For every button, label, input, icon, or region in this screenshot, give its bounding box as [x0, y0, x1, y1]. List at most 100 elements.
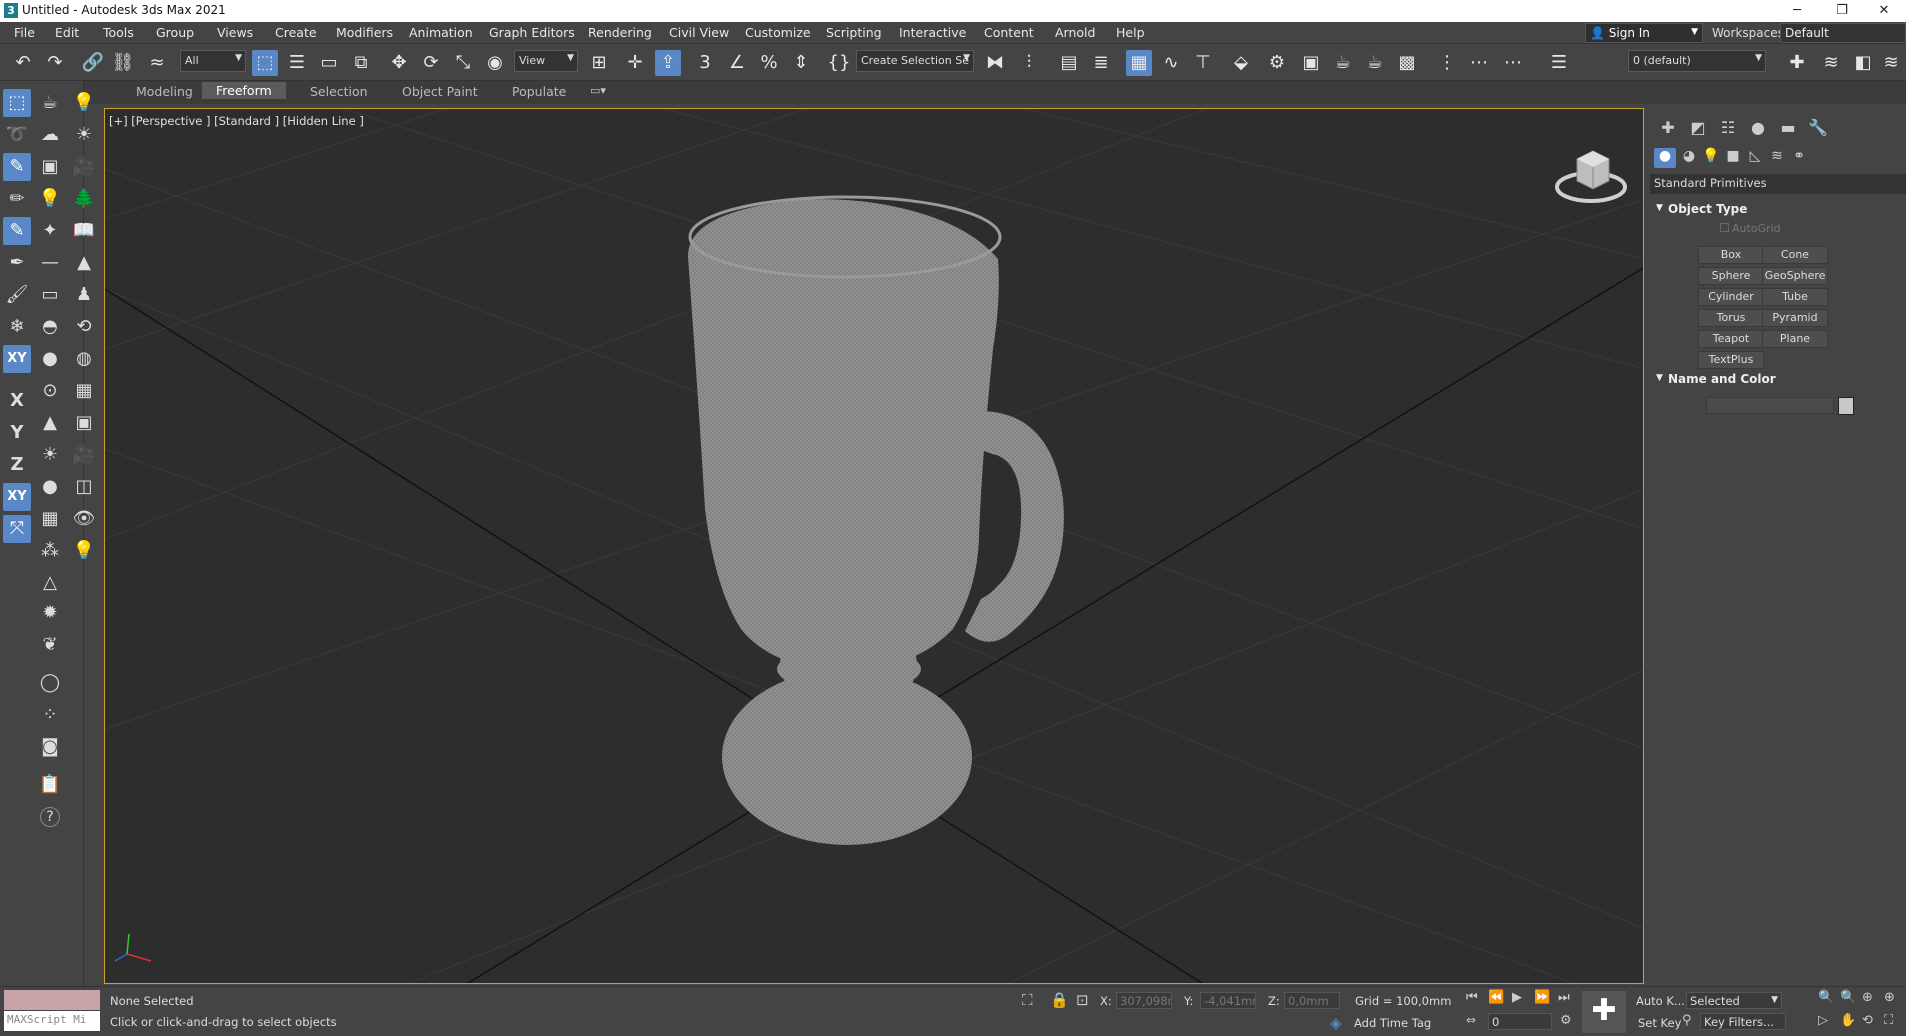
create-tab-icon[interactable]: ✚: [1656, 118, 1680, 140]
bulb-icon[interactable]: 💡: [36, 185, 64, 213]
snaps-toggle-icon[interactable]: 3: [692, 50, 718, 76]
close-button[interactable]: ✕: [1862, 0, 1906, 22]
align-icon[interactable]: ⫶: [1016, 50, 1042, 76]
time-tag-icon[interactable]: ◈: [1330, 1014, 1342, 1032]
x-coordinate[interactable]: 307,098mm: [1116, 992, 1172, 1009]
menu-views[interactable]: Views: [217, 25, 253, 40]
add-layer-icon[interactable]: ✚: [1784, 50, 1810, 76]
dome-icon[interactable]: ◓: [36, 313, 64, 341]
axis-xy-plane[interactable]: XY: [3, 483, 31, 511]
create-teapot-button[interactable]: Teapot: [1698, 330, 1764, 348]
select-by-name-icon[interactable]: ☰: [284, 50, 310, 76]
workspace-dropdown[interactable]: Default: [1780, 23, 1906, 43]
curve-editor-icon[interactable]: ∿: [1158, 50, 1184, 76]
menu-customize[interactable]: Customize: [745, 25, 811, 40]
layer-dropdown[interactable]: 0 (default) ▼: [1628, 50, 1766, 72]
cameras-icon[interactable]: ■: [1722, 148, 1744, 168]
maxscript-listener-output[interactable]: [4, 990, 100, 1010]
ribbon-tab-freeform[interactable]: Freeform: [202, 82, 286, 99]
space-warps-icon[interactable]: ≋: [1766, 148, 1788, 168]
axis-constraint-icon[interactable]: ⤧: [3, 515, 31, 543]
create-pyramid-button[interactable]: Pyramid: [1762, 309, 1828, 327]
create-textplus-button[interactable]: TextPlus: [1698, 351, 1764, 369]
systems-icon[interactable]: ⚭: [1788, 148, 1810, 168]
name-color-rollout[interactable]: ▼ Name and Color: [1650, 370, 1906, 390]
time-config-icon[interactable]: ⚙: [1560, 1013, 1572, 1028]
axis-y-constraint[interactable]: Y: [3, 419, 31, 447]
spotlight-icon[interactable]: ⊙: [36, 377, 64, 405]
toggle-ribbon-icon[interactable]: ▦: [1126, 50, 1152, 76]
menu-group[interactable]: Group: [156, 25, 194, 40]
sphere-gizmo-icon[interactable]: ◍: [70, 345, 98, 373]
render-setup-icon[interactable]: ⚙: [1264, 50, 1290, 76]
minimize-button[interactable]: ─: [1775, 0, 1819, 22]
rendered-frame-window-icon[interactable]: ▣: [1298, 50, 1324, 76]
undo-icon[interactable]: ↶: [10, 50, 36, 76]
select-manipulate-icon[interactable]: ✛: [622, 50, 648, 76]
hierarchy-tab-icon[interactable]: ☷: [1716, 118, 1740, 140]
sun-icon[interactable]: ☀: [70, 121, 98, 149]
next-frame-icon[interactable]: ⏩: [1534, 990, 1550, 1005]
field-of-view-icon[interactable]: ▷: [1818, 1013, 1828, 1028]
menu-create[interactable]: Create: [275, 25, 317, 40]
unlink-icon[interactable]: ⛓: [110, 50, 136, 76]
absolute-mode-icon[interactable]: ⊡: [1076, 991, 1089, 1009]
gear-sphere-icon[interactable]: ✹: [36, 599, 64, 627]
spinner-snap-icon[interactable]: ⇕: [788, 50, 814, 76]
pen-icon[interactable]: ✏: [3, 185, 31, 213]
schematic-view-icon[interactable]: ⊤: [1190, 50, 1216, 76]
keyboard-shortcut-toggle-icon[interactable]: ⇪: [655, 50, 681, 76]
ribbon-toggle-icon[interactable]: ▭▾: [590, 84, 606, 97]
object-type-rollout[interactable]: ▼ Object Type: [1650, 200, 1906, 220]
lamp-icon[interactable]: 💡: [70, 537, 98, 565]
zoom-extents-all-icon[interactable]: ⊕: [1884, 990, 1895, 1005]
menu-graph-editors[interactable]: Graph Editors: [489, 25, 575, 40]
paint-select-icon[interactable]: ✎: [3, 153, 31, 181]
ribbon-tab-populate[interactable]: Populate: [512, 84, 566, 99]
select-layer-icon[interactable]: ◧: [1850, 50, 1876, 76]
orbit-view-icon[interactable]: ⟲: [1862, 1013, 1873, 1028]
cone-icon[interactable]: ▲: [70, 249, 98, 277]
helper-icon[interactable]: ✦: [36, 217, 64, 245]
menu-rendering[interactable]: Rendering: [588, 25, 652, 40]
scale-icon[interactable]: ⤡: [450, 50, 476, 76]
particles-icon[interactable]: ⁂: [36, 537, 64, 565]
pivot-center-icon[interactable]: ⊞: [586, 50, 612, 76]
motion-tab-icon[interactable]: ●: [1746, 118, 1770, 140]
place-icon[interactable]: ◉: [482, 50, 508, 76]
cloud-icon[interactable]: ☁: [36, 121, 64, 149]
shapes-icon[interactable]: ◕: [1678, 148, 1700, 168]
create-sphere-button[interactable]: Sphere: [1698, 267, 1764, 285]
menu-tools[interactable]: Tools: [103, 25, 134, 40]
key-mode-icon[interactable]: ⇔: [1466, 1013, 1476, 1027]
mirror-icon[interactable]: ⧓: [982, 50, 1008, 76]
move-icon[interactable]: ✥: [386, 50, 412, 76]
camera-icon[interactable]: 🎥: [70, 153, 98, 181]
zoom-extents-icon[interactable]: ⊕: [1862, 990, 1873, 1005]
autogrid-checkbox[interactable]: AutoGrid: [1720, 222, 1781, 235]
viewcube-icon[interactable]: [1551, 141, 1631, 211]
object-color-swatch[interactable]: [1838, 397, 1854, 415]
render-iterative-icon[interactable]: ☕: [1362, 50, 1388, 76]
perspective-viewport[interactable]: [+] [Perspective ] [Standard ] [Hidden L…: [104, 108, 1644, 984]
cone-shape-icon[interactable]: ▲: [36, 409, 64, 437]
video-camera-icon[interactable]: 🎥: [70, 441, 98, 469]
axis-x-constraint[interactable]: X: [3, 387, 31, 415]
window-crossing-icon[interactable]: ⧉: [348, 50, 374, 76]
y-coordinate[interactable]: -4,041mm: [1200, 992, 1256, 1009]
glass-sphere-icon[interactable]: ◯: [36, 669, 64, 697]
ribbon-options-icon[interactable]: ⋯: [1500, 50, 1526, 76]
link-icon[interactable]: 🔗: [80, 50, 106, 76]
helpers-icon[interactable]: ◺: [1744, 148, 1766, 168]
sunlight-icon[interactable]: ☀: [36, 441, 64, 469]
zoom-icon[interactable]: 🔍: [1818, 990, 1834, 1005]
play-icon[interactable]: ▶: [1512, 990, 1522, 1005]
geometry-icon[interactable]: ●: [1654, 148, 1676, 168]
create-cylinder-button[interactable]: Cylinder: [1698, 288, 1764, 306]
create-box-button[interactable]: Box: [1698, 246, 1764, 264]
auto-key-button[interactable]: Auto K...: [1636, 994, 1685, 1008]
snowflake-icon[interactable]: ❄: [3, 313, 31, 341]
maximize-button[interactable]: ❐: [1820, 0, 1864, 22]
render-box-icon[interactable]: ◙: [36, 733, 64, 761]
previous-frame-icon[interactable]: ⏪: [1488, 990, 1504, 1005]
